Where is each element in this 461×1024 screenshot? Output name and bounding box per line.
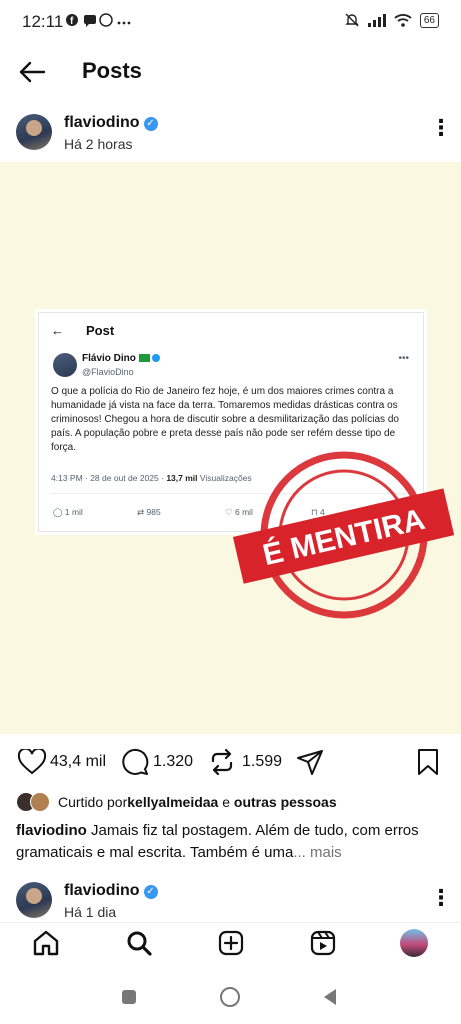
save-button[interactable] xyxy=(416,748,440,776)
status-bar: 12:11 f 66 xyxy=(0,0,461,44)
post-time: Há 2 horas xyxy=(64,136,133,152)
fake-stamp: É MENTIRA xyxy=(232,451,455,619)
repost-count: 1.599 xyxy=(242,753,283,770)
tweet-handle: @FlavioDino xyxy=(82,367,134,377)
next-more-options-icon[interactable]: ⋮ xyxy=(430,887,452,909)
post-username[interactable]: flaviodino ✓ xyxy=(64,114,158,132)
tweet-meta: 4:13 PM · 28 de out de 2025 · 13,7 mil V… xyxy=(51,473,252,483)
liked-by-prefix: Curtido por xyxy=(58,794,128,810)
next-post-username[interactable]: flaviodino ✓ xyxy=(64,882,158,900)
plus-square-icon xyxy=(218,930,244,956)
back-button[interactable] xyxy=(16,56,48,88)
home-icon xyxy=(33,930,59,956)
like-button[interactable]: 43,4 mil xyxy=(18,748,106,776)
reels-icon xyxy=(310,930,336,956)
comment-icon xyxy=(122,749,149,775)
avatar[interactable] xyxy=(16,114,52,150)
liked-by-others[interactable]: outras pessoas xyxy=(234,794,337,810)
caption-username[interactable]: flaviodino xyxy=(16,822,87,839)
tweet-text: O que a polícia do Rio de Janeiro fez ho… xyxy=(51,386,399,453)
signal-icon xyxy=(367,14,386,27)
share-button[interactable] xyxy=(296,748,324,776)
status-right: 66 xyxy=(344,12,439,28)
post-caption: flaviodino Jamais fiz tal postagem. Além… xyxy=(16,820,446,864)
like-count: 43,4 mil xyxy=(50,753,107,770)
tweet-more-icon: ••• xyxy=(398,353,409,364)
repost-icon xyxy=(211,748,233,776)
page-title: Posts xyxy=(82,58,142,83)
recents-icon[interactable] xyxy=(122,990,136,1004)
heart-icon xyxy=(18,749,46,775)
wifi-icon xyxy=(394,14,412,27)
liked-by-and: e xyxy=(218,794,234,810)
liked-by[interactable]: Curtido por kellyalmeidaa e outras pesso… xyxy=(16,792,337,812)
nav-reels[interactable] xyxy=(306,926,340,960)
notification-icons: f xyxy=(66,12,136,31)
search-icon xyxy=(127,931,152,956)
liked-by-user[interactable]: kellyalmeidaa xyxy=(127,794,218,810)
back-system-icon[interactable] xyxy=(322,988,338,1006)
tweet-retweets: ⇄ 985 xyxy=(137,507,161,517)
battery-indicator: 66 xyxy=(419,12,439,28)
brazil-flag-icon xyxy=(138,354,150,362)
tweet-author-name: Flávio Dino xyxy=(82,353,161,364)
tweet-verified-icon xyxy=(152,354,161,362)
verified-badge-icon: ✓ xyxy=(143,117,158,131)
profile-avatar xyxy=(400,929,428,957)
tweet-replies: ◯ 1 mil xyxy=(53,507,83,517)
tweet-author-text: Flávio Dino xyxy=(82,353,136,364)
verified-badge-icon: ✓ xyxy=(143,885,158,899)
svg-text:f: f xyxy=(70,16,77,27)
nav-home[interactable] xyxy=(29,926,63,960)
mute-icon xyxy=(345,13,359,27)
username-text[interactable]: flaviodino xyxy=(64,114,140,131)
comment-count: 1.320 xyxy=(153,753,194,770)
tweet-header-title: Post xyxy=(86,323,115,338)
liker-avatars xyxy=(16,792,50,812)
system-nav-bar xyxy=(0,976,461,1024)
next-post-avatar[interactable] xyxy=(16,882,52,918)
tweet-back-arrow-icon: ← xyxy=(51,323,64,338)
tweet-avatar xyxy=(53,353,77,377)
caption-more-link[interactable]: ... mais xyxy=(293,844,341,861)
next-username-text[interactable]: flaviodino xyxy=(64,882,140,899)
nav-profile[interactable] xyxy=(397,926,431,960)
bookmark-icon xyxy=(418,749,438,775)
nav-create[interactable] xyxy=(214,926,248,960)
tweet-retweets-count: 985 xyxy=(146,507,161,517)
tweet-replies-count: 1 mil xyxy=(64,507,83,517)
send-icon xyxy=(297,750,323,775)
home-system-dot-icon xyxy=(234,991,242,999)
more-options-icon[interactable]: ⋮ xyxy=(430,117,452,139)
repost-button[interactable]: 1.599 xyxy=(208,748,282,776)
status-time: 12:11 xyxy=(22,12,64,31)
next-post-time: Há 1 dia xyxy=(64,904,117,920)
tweet-views: 13,7 mil xyxy=(166,473,198,483)
arrow-left-icon xyxy=(19,61,46,83)
liker-avatar xyxy=(30,792,50,812)
tweet-timestamp: 4:13 PM · 28 de out de 2025 · xyxy=(51,473,167,483)
nav-search[interactable] xyxy=(122,926,156,960)
comment-button[interactable]: 1.320 xyxy=(121,748,193,776)
